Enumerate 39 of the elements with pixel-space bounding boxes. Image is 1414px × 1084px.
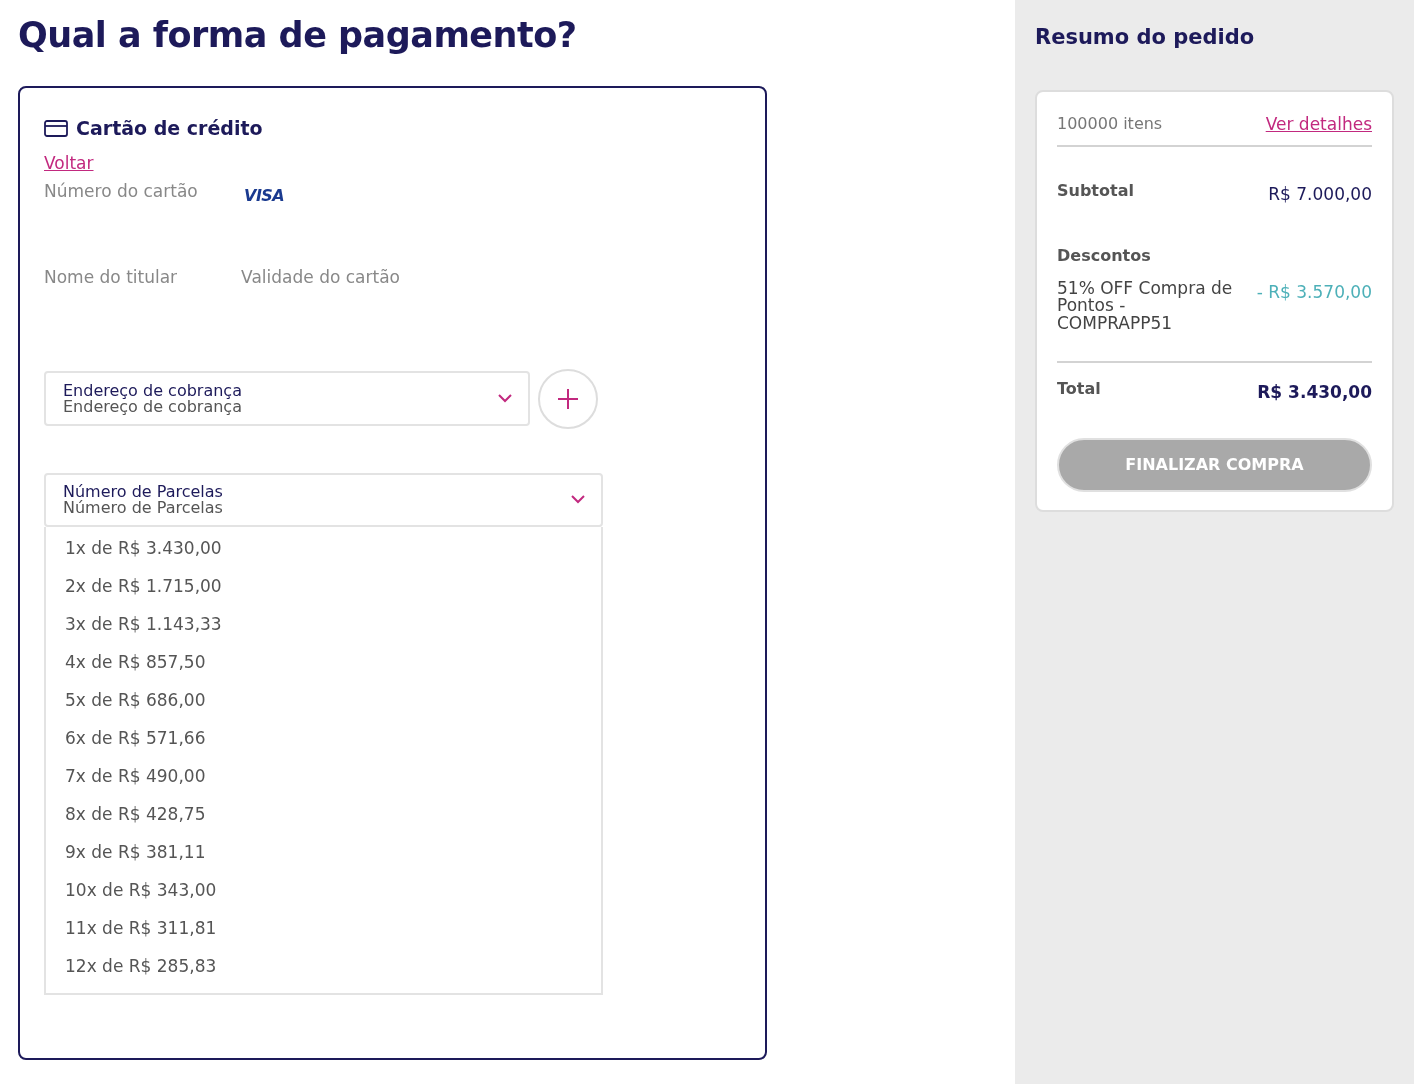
subtotal-label: Subtotal [1057,180,1134,202]
billing-address-select[interactable]: Endereço de cobrança Endereço de cobrança [44,371,530,426]
installment-option[interactable]: 12x de R$ 285,83 [46,946,601,985]
page-title: Qual a forma de pagamento? [18,14,578,56]
discount-name: 51% OFF Compra de Pontos - COMPRAPP51 [1057,279,1234,334]
total-label: Total [1057,378,1101,401]
chevron-down-icon [571,495,585,504]
card-number-label: Número do cartão [44,179,199,203]
subtotal-value: R$ 7.000,00 [1268,183,1372,206]
back-link[interactable]: Voltar [44,152,94,173]
discount-amount: - R$ 3.570,00 [1256,280,1372,304]
expiry-label: Validade do cartão [241,265,400,289]
installment-option[interactable]: 4x de R$ 857,50 [46,642,601,681]
discounts-label: Descontos [1057,244,1152,267]
total-value: R$ 3.430,00 [1257,381,1372,405]
summary-title: Resumo do pedido [1035,24,1256,51]
items-count: 100000 itens [1057,113,1163,136]
billing-address-label: Endereço de cobrança [63,382,243,399]
credit-card-icon [44,119,68,137]
payment-method-title: Cartão de crédito [76,116,263,141]
plus-icon [557,387,579,410]
installments-select[interactable]: Número de Parcelas Número de Parcelas [44,472,603,527]
installment-option[interactable]: 5x de R$ 686,00 [46,680,601,719]
details-link[interactable]: Ver detalhes [1265,111,1372,137]
installments-label: Número de Parcelas [63,483,224,500]
billing-address-placeholder: Endereço de cobrança [63,398,243,415]
installment-option[interactable]: 1x de R$ 3.430,00 [46,528,601,567]
installment-option[interactable]: 11x de R$ 311,81 [46,908,601,947]
installment-option[interactable]: 9x de R$ 381,11 [46,832,601,871]
installment-option[interactable]: 8x de R$ 428,75 [46,794,601,833]
chevron-down-icon [498,394,512,403]
installment-option[interactable]: 2x de R$ 1.715,00 [46,566,601,605]
card-brand-logo: VISA [244,184,285,207]
installment-option[interactable]: 3x de R$ 1.143,33 [46,604,601,643]
cardholder-label: Nome do titular [44,265,178,289]
installment-option[interactable]: 10x de R$ 343,00 [46,870,601,909]
installment-option[interactable]: 6x de R$ 571,66 [46,718,601,757]
installments-placeholder: Número de Parcelas [63,499,224,516]
installment-option[interactable]: 7x de R$ 490,00 [46,756,601,795]
